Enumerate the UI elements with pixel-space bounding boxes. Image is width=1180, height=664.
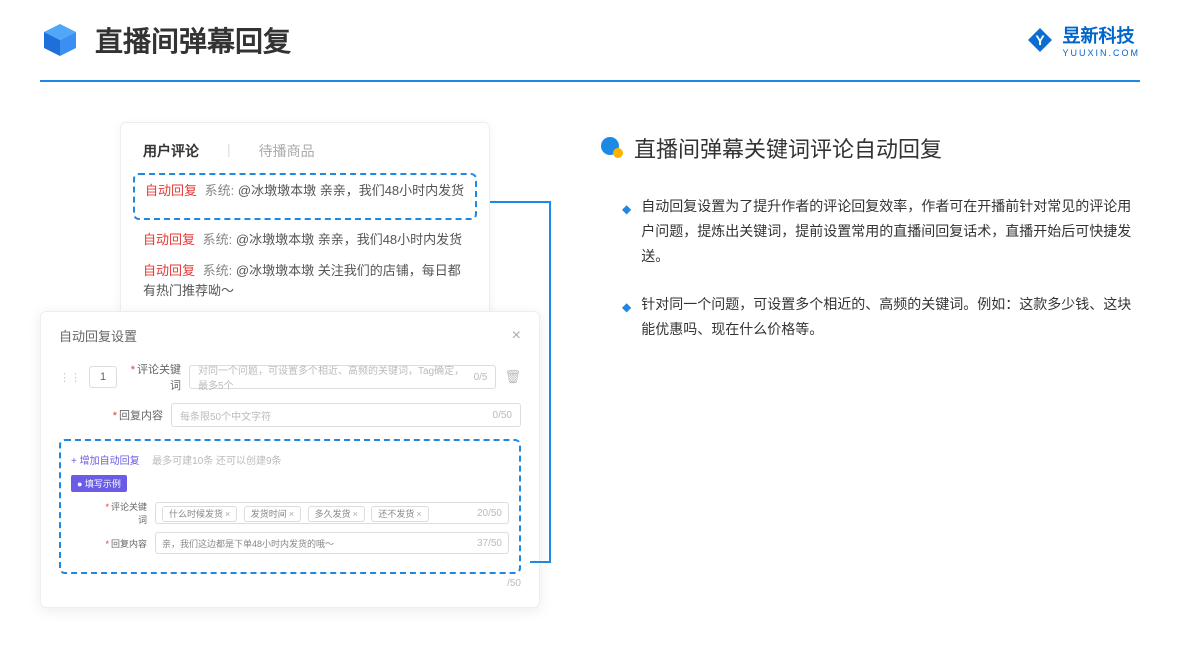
ex-content-label: *回复内容 <box>99 537 147 550</box>
example-block: + 增加自动回复 最多可建10条 还可以创建9条 ● 填写示例 *评论关键词 什… <box>59 439 521 574</box>
ex-keyword-input[interactable]: 什么时候发货× 发货时间× 多久发货× 还不发货× 20/50 <box>155 502 509 524</box>
diamond-icon: ◆ <box>622 297 631 342</box>
logo-text: 昱新科技 <box>1062 22 1140 48</box>
content-label: *回复内容 <box>107 407 163 423</box>
keyword-chip[interactable]: 什么时候发货× <box>162 506 237 522</box>
tab-pending-goods[interactable]: 待播商品 <box>259 141 315 161</box>
ex-keyword-label: *评论关键词 <box>99 500 147 526</box>
bullet-item: ◆ 针对同一个问题，可设置多个相近的、高频的关键词。例如：这款多少钱、这块能优惠… <box>600 292 1140 342</box>
tab-user-comments[interactable]: 用户评论 <box>143 141 199 161</box>
chat-bubble-icon <box>600 136 624 160</box>
brand-logo: Y 昱新科技 YUUXIN.COM <box>1026 22 1140 58</box>
tab-divider: | <box>227 141 231 161</box>
keyword-chip[interactable]: 多久发货× <box>308 506 365 522</box>
comment-row: 自动回复 系统: @冰墩墩本墩 亲亲，我们48小时内发货 <box>145 181 465 202</box>
page-header: 直播间弹幕回复 Y 昱新科技 YUUXIN.COM <box>0 0 1180 70</box>
keyword-label: *评论关键词 <box>125 361 181 393</box>
header-cube-icon <box>40 20 80 60</box>
logo-subtext: YUUXIN.COM <box>1062 48 1140 58</box>
keyword-chip[interactable]: 还不发货× <box>371 506 428 522</box>
ex-content-input[interactable]: 亲，我们这边都是下单48小时内发货的哦～37/50 <box>155 532 509 554</box>
comment-row: 自动回复 系统: @冰墩墩本墩 亲亲，我们48小时内发货 <box>143 230 467 251</box>
rule-index: 1 <box>89 366 117 388</box>
settings-title: 自动回复设置 <box>59 326 137 345</box>
example-badge: ● 填写示例 <box>71 475 127 492</box>
close-icon[interactable]: × <box>512 327 521 345</box>
svg-text:Y: Y <box>1036 32 1046 48</box>
drag-handle-icon[interactable]: ⋮⋮ <box>59 371 81 384</box>
keyword-input[interactable]: 对同一个问题，可设置多个相近、高频的关键词，Tag确定，最多5个0/5 <box>189 365 496 389</box>
counter-tail: /50 <box>59 578 521 589</box>
content-input[interactable]: 每条限50个中文字符0/50 <box>171 403 521 427</box>
bullet-item: ◆ 自动回复设置为了提升作者的评论回复效率，作者可在开播前针对常见的评论用户问题… <box>600 194 1140 270</box>
section-title: 直播间弹幕关键词评论自动回复 <box>634 132 942 164</box>
page-title: 直播间弹幕回复 <box>95 20 1026 60</box>
delete-icon[interactable]: 🗑 <box>504 369 521 385</box>
diamond-icon: ◆ <box>622 199 631 270</box>
add-rule-link[interactable]: + 增加自动回复 <box>71 456 140 467</box>
highlighted-comment: 自动回复 系统: @冰墩墩本墩 亲亲，我们48小时内发货 <box>133 173 477 220</box>
tabs-row: 用户评论 | 待播商品 <box>143 141 467 161</box>
comment-row: 自动回复 系统: @冰墩墩本墩 关注我们的店铺，每日都有热门推荐呦～ <box>143 261 467 303</box>
comments-card: 用户评论 | 待播商品 自动回复 系统: @冰墩墩本墩 亲亲，我们48小时内发货… <box>120 122 490 331</box>
add-hint: 最多可建10条 还可以创建9条 <box>152 456 281 467</box>
keyword-chip[interactable]: 发货时间× <box>244 506 301 522</box>
settings-card: 自动回复设置 × ⋮⋮ 1 *评论关键词 对同一个问题，可设置多个相近、高频的关… <box>40 311 540 608</box>
